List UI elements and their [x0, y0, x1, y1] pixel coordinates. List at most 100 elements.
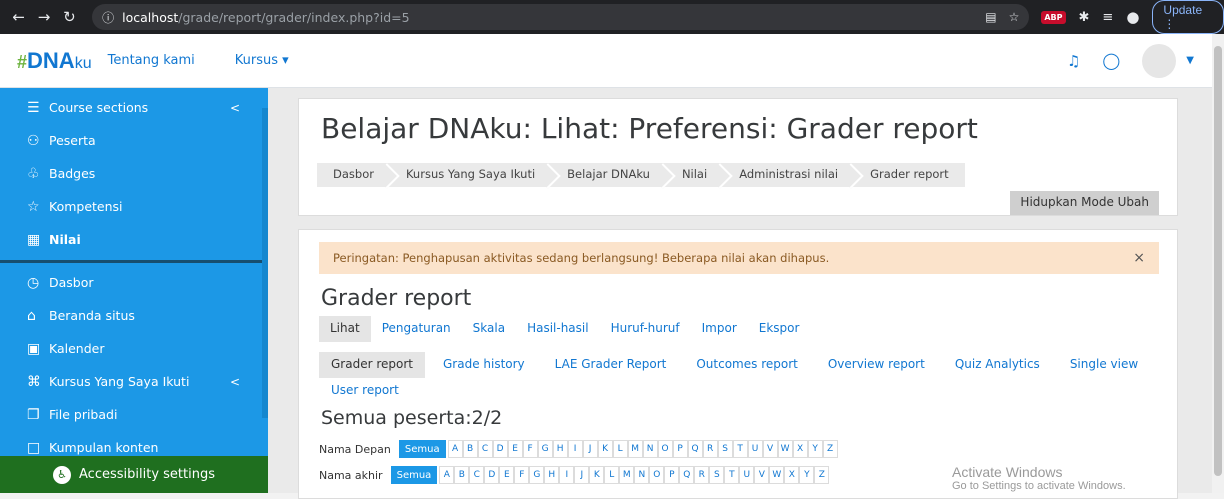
letter-filter-x[interactable]: X: [792, 440, 808, 458]
page-scrollbar[interactable]: [1212, 34, 1224, 493]
sidebar-item-dashboard[interactable]: ◷ Dasbor: [0, 266, 268, 299]
info-icon[interactable]: ⓘ: [102, 9, 114, 26]
letter-filter-c[interactable]: C: [477, 440, 493, 458]
letter-filter-t[interactable]: T: [724, 466, 740, 484]
letter-filter-l[interactable]: L: [604, 466, 620, 484]
breadcrumb-item[interactable]: Kursus Yang Saya Ikuti: [389, 163, 552, 187]
letter-filter-y[interactable]: Y: [799, 466, 815, 484]
letter-filter-b[interactable]: B: [454, 466, 470, 484]
tab-settings[interactable]: Pengaturan: [371, 316, 462, 342]
letter-filter-f[interactable]: F: [514, 466, 530, 484]
tab-letters[interactable]: Huruf-huruf: [600, 316, 691, 342]
letter-filter-d[interactable]: D: [484, 466, 500, 484]
letter-filter-i[interactable]: I: [567, 440, 583, 458]
sidebar-item-site-home[interactable]: ⌂ Beranda situs: [0, 299, 268, 332]
filter-all-button[interactable]: Semua: [398, 440, 446, 458]
letter-filter-e[interactable]: E: [499, 466, 515, 484]
letter-filter-v[interactable]: V: [754, 466, 770, 484]
letter-filter-m[interactable]: M: [619, 466, 635, 484]
letter-filter-v[interactable]: V: [762, 440, 778, 458]
letter-filter-s[interactable]: S: [717, 440, 733, 458]
adblock-icon[interactable]: ABP: [1041, 10, 1066, 24]
tab-outcomes-report[interactable]: Outcomes report: [684, 352, 809, 378]
letter-filter-o[interactable]: O: [649, 466, 665, 484]
letter-filter-r[interactable]: R: [694, 466, 710, 484]
letter-filter-s[interactable]: S: [709, 466, 725, 484]
letter-filter-e[interactable]: E: [507, 440, 523, 458]
letter-filter-f[interactable]: F: [522, 440, 538, 458]
letter-filter-h[interactable]: H: [544, 466, 560, 484]
letter-filter-x[interactable]: X: [784, 466, 800, 484]
tab-single-view[interactable]: Single view: [1058, 352, 1150, 378]
letter-filter-i[interactable]: I: [559, 466, 575, 484]
nav-about[interactable]: Tentang kami: [108, 53, 195, 68]
letter-filter-z[interactable]: Z: [822, 440, 838, 458]
edit-mode-button[interactable]: Hidupkan Mode Ubah: [1010, 191, 1159, 215]
translate-icon[interactable]: ▤: [985, 10, 996, 24]
letter-filter-g[interactable]: G: [529, 466, 545, 484]
tab-scales[interactable]: Skala: [462, 316, 516, 342]
letter-filter-u[interactable]: U: [739, 466, 755, 484]
letter-filter-j[interactable]: J: [574, 466, 590, 484]
letter-filter-b[interactable]: B: [462, 440, 478, 458]
tab-grade-history[interactable]: Grade history: [431, 352, 537, 378]
letter-filter-w[interactable]: W: [777, 440, 793, 458]
letter-filter-j[interactable]: J: [582, 440, 598, 458]
letter-filter-o[interactable]: O: [657, 440, 673, 458]
reading-list-icon[interactable]: ≡: [1102, 10, 1113, 25]
letter-filter-y[interactable]: Y: [807, 440, 823, 458]
address-bar[interactable]: ⓘ localhost/grade/report/grader/index.ph…: [92, 4, 1030, 30]
bookmark-star-icon[interactable]: ☆: [1009, 10, 1020, 24]
breadcrumb-item[interactable]: Administrasi nilai: [723, 163, 855, 187]
tab-quiz-analytics[interactable]: Quiz Analytics: [943, 352, 1052, 378]
nav-courses-menu[interactable]: Kursus ▾: [235, 53, 289, 68]
letter-filter-n[interactable]: N: [634, 466, 650, 484]
letter-filter-q[interactable]: Q: [687, 440, 703, 458]
sidebar-item-competencies[interactable]: ☆ Kompetensi: [0, 190, 268, 223]
letter-filter-k[interactable]: K: [589, 466, 605, 484]
update-button[interactable]: Update ⋮: [1152, 0, 1224, 34]
tab-export[interactable]: Ekspor: [748, 316, 811, 342]
extensions-icon[interactable]: ✱: [1079, 10, 1090, 25]
sidebar-item-my-courses[interactable]: ⌘ Kursus Yang Saya Ikuti <: [0, 365, 268, 398]
letter-filter-n[interactable]: N: [642, 440, 658, 458]
sidebar-item-calendar[interactable]: ▣ Kalender: [0, 332, 268, 365]
letter-filter-k[interactable]: K: [597, 440, 613, 458]
user-menu[interactable]: ▼: [1142, 43, 1194, 78]
letter-filter-h[interactable]: H: [552, 440, 568, 458]
notification-bell-icon[interactable]: ♫: [1067, 52, 1080, 70]
breadcrumb-item[interactable]: Dasbor: [317, 163, 390, 187]
letter-filter-d[interactable]: D: [492, 440, 508, 458]
letter-filter-u[interactable]: U: [747, 440, 763, 458]
letter-filter-q[interactable]: Q: [679, 466, 695, 484]
site-logo[interactable]: #DNAku: [17, 48, 92, 74]
letter-filter-z[interactable]: Z: [814, 466, 830, 484]
breadcrumb-item[interactable]: Belajar DNAku: [551, 163, 666, 187]
accessibility-settings-button[interactable]: ♿ Accessibility settings: [0, 456, 268, 493]
letter-filter-w[interactable]: W: [769, 466, 785, 484]
tab-user-report[interactable]: User report: [319, 378, 411, 404]
letter-filter-p[interactable]: P: [664, 466, 680, 484]
letter-filter-p[interactable]: P: [672, 440, 688, 458]
close-icon[interactable]: ×: [1133, 250, 1145, 266]
sidebar-item-course-sections[interactable]: ☰ Course sections <: [0, 91, 268, 124]
tab-overview-report[interactable]: Overview report: [816, 352, 937, 378]
letter-filter-t[interactable]: T: [732, 440, 748, 458]
breadcrumb-item[interactable]: Grader report: [854, 163, 965, 187]
tab-import[interactable]: Impor: [691, 316, 748, 342]
sidebar-item-badges[interactable]: ♧ Badges: [0, 157, 268, 190]
forward-icon[interactable]: →: [31, 8, 56, 26]
letter-filter-l[interactable]: L: [612, 440, 628, 458]
scrollbar-thumb[interactable]: [1214, 46, 1222, 476]
tab-lae-grader-report[interactable]: LAE Grader Report: [543, 352, 679, 378]
letter-filter-g[interactable]: G: [537, 440, 553, 458]
filter-all-button[interactable]: Semua: [390, 466, 438, 484]
reload-icon[interactable]: ↻: [57, 8, 82, 26]
tab-outcomes[interactable]: Hasil-hasil: [516, 316, 600, 342]
sidebar-item-private-files[interactable]: ❐ File pribadi: [0, 398, 268, 431]
tab-grader-report[interactable]: Grader report: [319, 352, 425, 378]
letter-filter-m[interactable]: M: [627, 440, 643, 458]
sidebar-item-participants[interactable]: ⚇ Peserta: [0, 124, 268, 157]
letter-filter-a[interactable]: A: [447, 440, 463, 458]
back-icon[interactable]: ←: [6, 8, 31, 26]
